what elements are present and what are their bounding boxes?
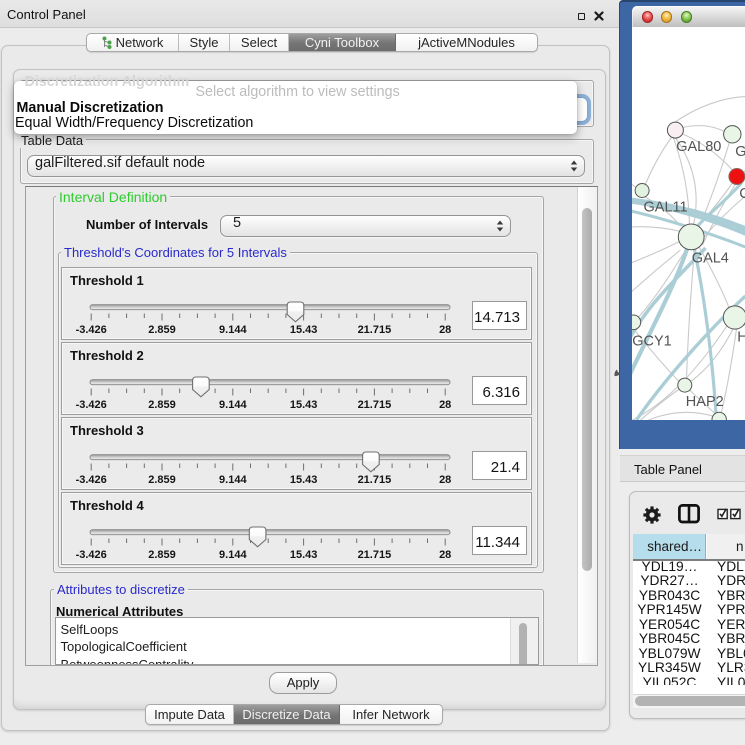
svg-text:21.715: 21.715 (358, 549, 392, 561)
svg-text:GCY1: GCY1 (632, 333, 672, 349)
svg-text:15.43: 15.43 (290, 474, 318, 486)
svg-text:21.715: 21.715 (358, 399, 392, 411)
svg-text:9.144: 9.144 (219, 399, 247, 411)
svg-text:2.859: 2.859 (148, 549, 176, 561)
svg-text:2.859: 2.859 (148, 399, 176, 411)
svg-text:21.715: 21.715 (358, 324, 392, 336)
svg-text:28: 28 (439, 399, 451, 411)
svg-text:15.43: 15.43 (290, 549, 318, 561)
svg-text:GAL80: GAL80 (676, 139, 721, 155)
svg-text:9.144: 9.144 (219, 474, 247, 486)
svg-text:HAP2: HAP2 (685, 394, 723, 410)
svg-text:9.144: 9.144 (219, 324, 247, 336)
svg-text:GAL11: GAL11 (643, 200, 687, 216)
svg-text:28: 28 (439, 549, 451, 561)
svg-text:-3.426: -3.426 (76, 474, 107, 486)
svg-text:-3.426: -3.426 (76, 324, 107, 336)
svg-text:9.144: 9.144 (219, 549, 247, 561)
svg-text:15.43: 15.43 (290, 399, 318, 411)
svg-text:15.43: 15.43 (290, 324, 318, 336)
svg-text:28: 28 (439, 474, 451, 486)
svg-text:21.715: 21.715 (358, 474, 392, 486)
svg-text:-3.426: -3.426 (76, 399, 107, 411)
svg-text:28: 28 (439, 324, 451, 336)
svg-text:-3.426: -3.426 (76, 549, 107, 561)
svg-text:2.859: 2.859 (148, 324, 176, 336)
svg-text:2.859: 2.859 (148, 474, 176, 486)
svg-text:GAL4: GAL4 (691, 251, 728, 267)
svg-text:HIS4: HIS4 (737, 330, 745, 346)
svg-text:CRP1: CRP1 (739, 186, 745, 202)
svg-text:GAL3: GAL3 (735, 144, 745, 160)
